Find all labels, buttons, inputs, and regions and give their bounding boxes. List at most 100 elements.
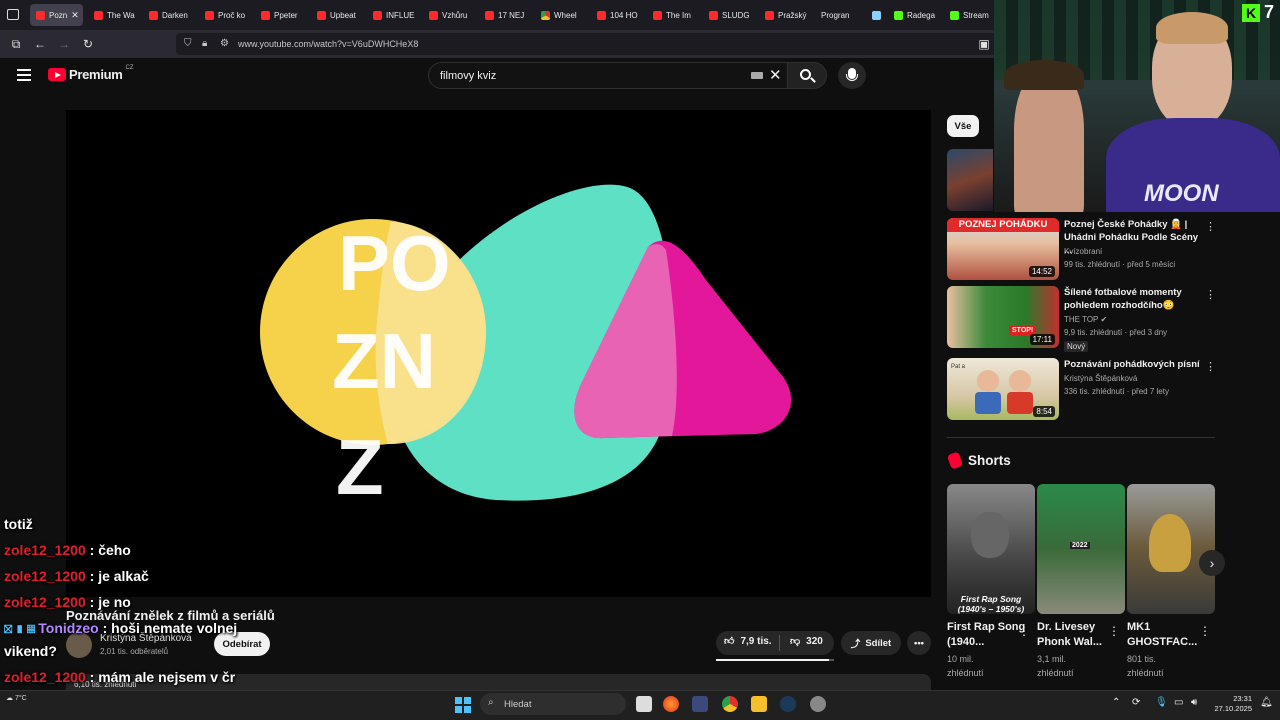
chat-text: je alkač (98, 568, 149, 584)
browser-tab[interactable]: Radega (888, 4, 940, 26)
search-value: filmovy kviz (440, 69, 497, 82)
back-icon[interactable]: ← (33, 37, 47, 51)
like-button[interactable]: 👍︎ 7,9 tis. (724, 635, 772, 648)
tab-label: Darken (162, 10, 188, 20)
steam-icon[interactable] (780, 696, 796, 712)
tab-favicon-icon (894, 10, 903, 20)
forward-icon[interactable]: → (57, 37, 71, 51)
video-menu-icon[interactable]: ⋮ (1205, 360, 1216, 373)
file-explorer-icon[interactable] (751, 696, 767, 712)
browser-tab[interactable]: Proč ko (199, 4, 251, 26)
thumbs-up-icon: 👍︎ (724, 636, 735, 647)
chat-text: vikend? (4, 643, 57, 659)
overlay-letters-1: PO (338, 219, 451, 307)
short-caption: 2022 (1070, 542, 1090, 549)
search-input[interactable]: filmovy kviz ✕ (428, 62, 788, 89)
video-player[interactable]: PO ZN Z (66, 110, 931, 597)
tab-label: Proč ko (218, 10, 246, 20)
video-thumbnail: STOP! 17:11 (947, 286, 1059, 348)
short-2-title[interactable]: Dr. Livesey Phonk Wal... (1037, 620, 1117, 650)
volume-icon[interactable]: 🔊︎ (1191, 697, 1197, 708)
short-1-title[interactable]: First Rap Song (1940... (947, 620, 1027, 650)
browser-tab[interactable]: The Im (647, 4, 699, 26)
start-button[interactable] (455, 697, 471, 713)
short-1-menu-icon[interactable]: ⋮ (1018, 624, 1030, 638)
reader-view-icon[interactable]: ▣ (977, 37, 991, 51)
tab-favicon-icon (373, 10, 382, 20)
tray-sync-icon[interactable]: ⟳ (1132, 697, 1140, 708)
browser-tab[interactable]: Pražský (759, 4, 811, 26)
app-icon-2[interactable] (810, 696, 826, 712)
chat-username: zole12_1200 (4, 568, 86, 584)
short-1[interactable]: First Rap Song (1940's – 1950's) (947, 484, 1035, 614)
kick-logo: K (1242, 4, 1260, 22)
browser-tab[interactable]: 17 NEJ (479, 4, 531, 26)
short-2-menu-icon[interactable]: ⋮ (1108, 624, 1120, 638)
browser-tab[interactable]: 104 HO (591, 4, 643, 26)
short-3-title[interactable]: MK1 GHOSTFAC... (1127, 620, 1207, 650)
menu-icon[interactable] (17, 69, 31, 81)
browser-tab[interactable]: Ppeter (255, 4, 307, 26)
logo-text: Premium (69, 67, 123, 82)
keyboard-icon[interactable] (751, 72, 763, 79)
browser-tab[interactable]: The Wa (88, 4, 140, 26)
video-title: Poznávání pohádkových písní (1064, 359, 1200, 370)
dislike-button[interactable]: 👎︎ 320 (790, 635, 823, 648)
tab-favicon-icon (950, 10, 959, 20)
video-thumbnail: Pat a 8:54 (947, 358, 1059, 420)
browser-tab[interactable]: Pozn ✕ (30, 4, 83, 26)
taskbar-search[interactable]: ⌕ Hledat (480, 693, 626, 715)
search-button[interactable] (787, 62, 827, 89)
short-2[interactable]: 2022 (1037, 484, 1125, 614)
notifications-icon[interactable]: 🔔︎ (1260, 697, 1273, 708)
sidebar-toggle-icon[interactable]: ⧉ (9, 37, 23, 51)
chat-message: zole12_1200 : mám ale nejsem v čr (4, 669, 236, 685)
voice-search-button[interactable] (838, 62, 866, 89)
short-1-views: 10 mil. zhlédnutí (947, 654, 984, 678)
tab-overview-icon[interactable] (7, 9, 19, 20)
tray-overflow-icon[interactable]: ⌃ (1112, 697, 1120, 708)
sidebar-divider (947, 437, 1215, 438)
clock[interactable]: 23:31 27.10.2025 (1208, 694, 1252, 714)
browser-tab[interactable] (866, 4, 886, 26)
reload-icon[interactable]: ↻ (81, 37, 95, 51)
video-menu-icon[interactable]: ⋮ (1205, 288, 1216, 301)
app-icon[interactable] (692, 696, 708, 712)
permissions-icon: ⚙ (220, 38, 229, 49)
tab-label: 104 HO (610, 10, 638, 20)
close-tab-icon[interactable]: ✕ (71, 10, 79, 21)
related-video-3[interactable]: Pat a 8:54 Poznávání pohádkových písní K… (947, 358, 1217, 420)
browser-tab[interactable]: Darken (143, 4, 195, 26)
browser-tab[interactable]: Stream (944, 4, 994, 26)
short-3-menu-icon[interactable]: ⋮ (1199, 624, 1211, 638)
network-icon[interactable]: ▭ (1174, 697, 1183, 708)
task-view-icon[interactable] (636, 696, 652, 712)
browser-tab[interactable]: Wheel (535, 4, 587, 26)
browser-tab[interactable]: Upbeat (311, 4, 363, 26)
weather-widget[interactable]: ☁ 7°C (6, 694, 27, 702)
subscriber-count: 2,01 tis. odběratelů (100, 647, 169, 656)
firefox-icon[interactable] (663, 696, 679, 712)
related-video-1[interactable]: POZNEJ POHÁDKU 14:52 Poznej České Pohádk… (947, 218, 1217, 280)
tray-mic-icon[interactable]: 🎙︎ (1155, 697, 1168, 708)
share-button[interactable]: ⤴ Sdílet (841, 631, 901, 655)
lock-icon: 🔒︎ (202, 38, 208, 49)
channel-name: THE TOP ✔ (1064, 315, 1108, 324)
related-video-2[interactable]: STOP! 17:11 Šílené fotbalové momenty poh… (947, 286, 1217, 352)
previous-video-thumb[interactable] (947, 149, 993, 211)
chrome-icon[interactable] (722, 696, 738, 712)
shorts-next-button[interactable]: › (1199, 550, 1225, 576)
short-3[interactable] (1127, 484, 1215, 614)
more-actions-button[interactable]: ••• (907, 631, 931, 655)
play-logo-icon (48, 68, 66, 81)
video-menu-icon[interactable]: ⋮ (1205, 220, 1216, 233)
browser-tab[interactable]: Vzhůru (423, 4, 475, 26)
chip-all[interactable]: Vše (947, 115, 979, 137)
browser-tab[interactable]: SLUDG (703, 4, 755, 26)
clear-search-icon[interactable]: ✕ (769, 66, 782, 84)
youtube-logo[interactable]: Premium CZ (48, 65, 134, 82)
browser-tab[interactable]: Progran (815, 4, 865, 26)
browser-tab[interactable]: INFLUE (367, 4, 419, 26)
clock-date: 27.10.2025 (1214, 704, 1252, 713)
address-bar[interactable]: ⛉ 🔒︎ ⚙ www.youtube.com/watch?v=V6uDWHCHe… (176, 33, 1000, 55)
